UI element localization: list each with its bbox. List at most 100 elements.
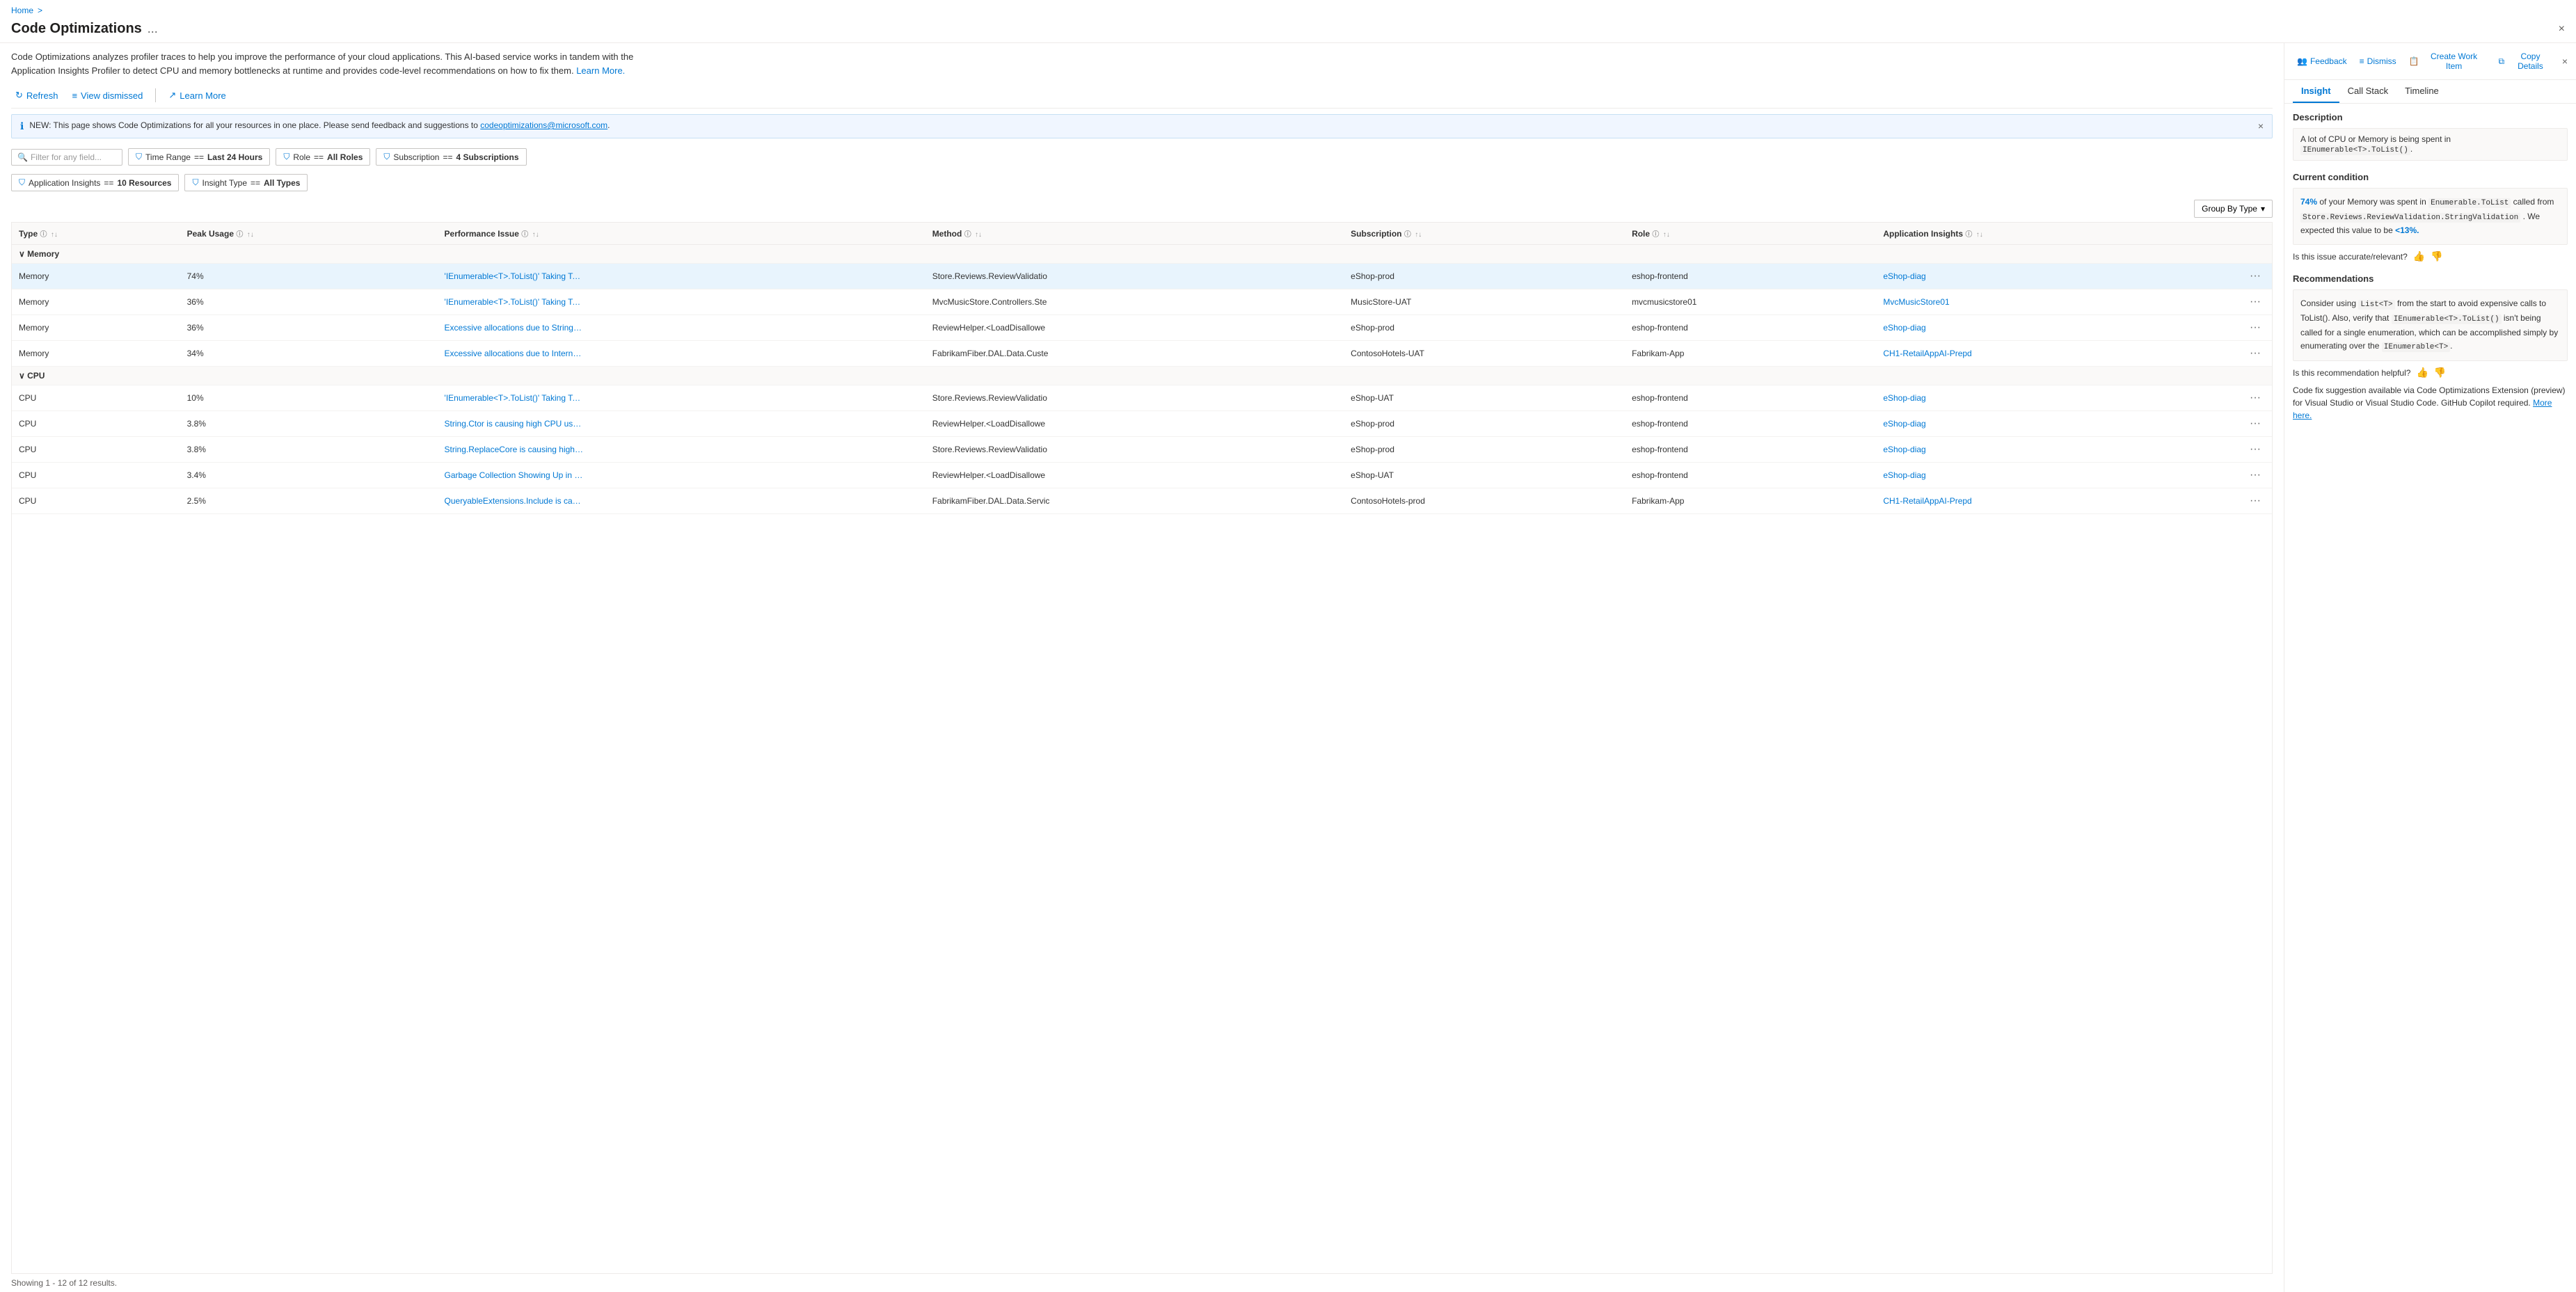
cell-issue[interactable]: 'IEnumerable<T>.ToList()' Taking Too M xyxy=(438,385,925,411)
issue-thumbup-button[interactable]: 👍 xyxy=(2413,250,2425,262)
refresh-button[interactable]: ↻ Refresh xyxy=(11,87,62,104)
cell-appinsights[interactable]: eShop-diag xyxy=(1876,315,2239,341)
sort-icon-method[interactable]: ↑↓ xyxy=(975,231,982,239)
cell-subscription: eShop-prod xyxy=(1344,437,1625,463)
sort-icon-ai[interactable]: ↑↓ xyxy=(1976,231,1983,239)
cell-issue[interactable]: String.ReplaceCore is causing high CPL xyxy=(438,437,925,463)
tab-timeline[interactable]: Timeline xyxy=(2396,80,2447,103)
breadcrumb-home[interactable]: Home xyxy=(11,6,33,15)
sort-icon-peak[interactable]: ↑↓ xyxy=(247,231,254,239)
col-app-insights[interactable]: Application Insights ⓘ ↑↓ xyxy=(1876,223,2239,245)
table-row[interactable]: CPU 3.8% String.ReplaceCore is causing h… xyxy=(12,437,2272,463)
cell-issue[interactable]: Excessive allocations due to InternalSet xyxy=(438,341,925,367)
cell-appinsights[interactable]: CH1-RetailAppAI-Prepd xyxy=(1876,488,2239,514)
more-options-button[interactable]: ··· xyxy=(2245,320,2265,335)
sort-icon-role[interactable]: ↑↓ xyxy=(1663,231,1670,239)
toolbar-divider xyxy=(155,88,156,102)
sort-icon-perf[interactable]: ↑↓ xyxy=(532,231,539,239)
more-options-button[interactable]: ··· xyxy=(2245,269,2265,284)
table-row[interactable]: Memory 74% 'IEnumerable<T>.ToList()' Tak… xyxy=(12,264,2272,289)
table-row[interactable]: Memory 36% 'IEnumerable<T>.ToList()' Tak… xyxy=(12,289,2272,315)
rec-thumbdown-button[interactable]: 👎 xyxy=(2434,367,2446,378)
banner-email-link[interactable]: codeoptimizations@microsoft.com xyxy=(480,120,607,130)
results-count: Showing 1 - 12 of 12 results. xyxy=(11,1278,117,1288)
more-options-button[interactable]: ··· xyxy=(2245,346,2265,361)
time-range-filter[interactable]: ⛉ Time Range == Last 24 Hours xyxy=(128,148,270,166)
cell-issue[interactable]: Excessive allocations due to String.Ctor xyxy=(438,315,925,341)
cell-issue[interactable]: String.Ctor is causing high CPU usage xyxy=(438,411,925,437)
condition-code1: Enumerable.ToList xyxy=(2428,198,2511,208)
subscription-filter[interactable]: ⛉ Subscription == 4 Subscriptions xyxy=(376,148,526,166)
table-row[interactable]: CPU 2.5% QueryableExtensions.Include is … xyxy=(12,488,2272,514)
group-by-label: Group By Type xyxy=(2202,204,2257,214)
cell-appinsights[interactable]: eShop-diag xyxy=(1876,411,2239,437)
cpu-group-header[interactable]: ∨ CPU xyxy=(12,367,2272,385)
banner-close-button[interactable]: × xyxy=(2258,120,2264,131)
col-subscription[interactable]: Subscription ⓘ ↑↓ xyxy=(1344,223,1625,245)
dismiss-button[interactable]: ≡ Dismiss xyxy=(2355,54,2401,69)
cell-role: Fabrikam-App xyxy=(1625,488,1876,514)
table-row[interactable]: CPU 10% 'IEnumerable<T>.ToList()' Taking… xyxy=(12,385,2272,411)
cell-role: eshop-frontend xyxy=(1625,411,1876,437)
close-button[interactable]: × xyxy=(2559,23,2565,35)
col-type[interactable]: Type ⓘ ↑↓ xyxy=(12,223,180,245)
cell-appinsights[interactable]: CH1-RetailAppAI-Prepd xyxy=(1876,341,2239,367)
more-options-button[interactable]: ··· xyxy=(2245,416,2265,431)
more-options-button[interactable]: ··· xyxy=(2245,294,2265,310)
col-performance-issue[interactable]: Performance Issue ⓘ ↑↓ xyxy=(438,223,925,245)
col-role[interactable]: Role ⓘ ↑↓ xyxy=(1625,223,1876,245)
table-row[interactable]: Memory 36% Excessive allocations due to … xyxy=(12,315,2272,341)
tab-call-stack[interactable]: Call Stack xyxy=(2339,80,2397,103)
table-row[interactable]: CPU 3.4% Garbage Collection Showing Up i… xyxy=(12,463,2272,488)
subscription-value: 4 Subscriptions xyxy=(456,152,518,162)
table-row[interactable]: CPU 3.8% String.Ctor is causing high CPU… xyxy=(12,411,2272,437)
cell-appinsights[interactable]: eShop-diag xyxy=(1876,463,2239,488)
col-sub-label: Subscription xyxy=(1351,229,1401,239)
sort-icon-sub[interactable]: ↑↓ xyxy=(1415,231,1422,239)
cell-role: mvcmusicstore01 xyxy=(1625,289,1876,315)
cell-issue[interactable]: 'IEnumerable<T>.ToList()' Taking Too M xyxy=(438,264,925,289)
more-options-button[interactable]: ··· xyxy=(2245,390,2265,406)
tab-insight[interactable]: Insight xyxy=(2293,80,2339,103)
table-row[interactable]: Memory 34% Excessive allocations due to … xyxy=(12,341,2272,367)
appinsights-link: eShop-diag xyxy=(1883,323,2022,333)
col-method[interactable]: Method ⓘ ↑↓ xyxy=(925,223,1344,245)
cell-issue[interactable]: Garbage Collection Showing Up in CPL xyxy=(438,463,925,488)
condition-text2: called from xyxy=(2513,197,2554,207)
cell-issue[interactable]: 'IEnumerable<T>.ToList()' Taking Too M xyxy=(438,289,925,315)
dismiss-icon: ≡ xyxy=(2360,56,2364,66)
right-panel-close-button[interactable]: × xyxy=(2562,56,2568,67)
left-panel: Code Optimizations analyzes profiler tra… xyxy=(0,43,2284,1292)
sort-icon-type[interactable]: ↑↓ xyxy=(51,231,58,239)
header-ellipsis[interactable]: ... xyxy=(148,22,158,36)
description-learn-more-link[interactable]: Learn More. xyxy=(576,65,625,76)
more-options-button[interactable]: ··· xyxy=(2245,493,2265,509)
rec-thumbup-button[interactable]: 👍 xyxy=(2416,367,2428,378)
col-role-label: Role xyxy=(1632,229,1650,239)
description-body: Code Optimizations analyzes profiler tra… xyxy=(11,51,633,76)
issue-thumbdown-button[interactable]: 👎 xyxy=(2431,250,2442,262)
create-work-item-button[interactable]: 📋 Create Work Item xyxy=(2405,49,2490,74)
feedback-button[interactable]: 👥 Feedback xyxy=(2293,54,2351,69)
more-options-button[interactable]: ··· xyxy=(2245,442,2265,457)
more-options-button[interactable]: ··· xyxy=(2245,468,2265,483)
condition-section-title: Current condition xyxy=(2293,172,2568,182)
insight-type-filter[interactable]: ⛉ Insight Type == All Types xyxy=(184,174,308,191)
view-dismissed-button[interactable]: ≡ View dismissed xyxy=(67,88,147,104)
cell-appinsights[interactable]: eShop-diag xyxy=(1876,437,2239,463)
memory-group-header[interactable]: ∨ Memory xyxy=(12,245,2272,264)
condition-code2: Store.Reviews.ReviewValidation.StringVal… xyxy=(2300,213,2520,223)
col-peak-usage[interactable]: Peak Usage ⓘ ↑↓ xyxy=(180,223,438,245)
cell-type: Memory xyxy=(12,289,180,315)
learn-more-button[interactable]: ↗ Learn More xyxy=(164,87,230,104)
role-filter[interactable]: ⛉ Role == All Roles xyxy=(276,148,370,166)
copy-details-button[interactable]: ⧉ Copy Details xyxy=(2495,49,2558,74)
cell-issue[interactable]: QueryableExtensions.Include is causing xyxy=(438,488,925,514)
filter-search-input[interactable]: 🔍 Filter for any field... xyxy=(11,149,122,166)
cell-appinsights[interactable]: eShop-diag xyxy=(1876,264,2239,289)
group-by-button[interactable]: Group By Type ▾ xyxy=(2194,200,2273,218)
cell-appinsights[interactable]: eShop-diag xyxy=(1876,385,2239,411)
cell-appinsights[interactable]: MvcMusicStore01 xyxy=(1876,289,2239,315)
appinsights-link: eShop-diag xyxy=(1883,271,2022,281)
app-insights-filter[interactable]: ⛉ Application Insights == 10 Resources xyxy=(11,174,179,191)
